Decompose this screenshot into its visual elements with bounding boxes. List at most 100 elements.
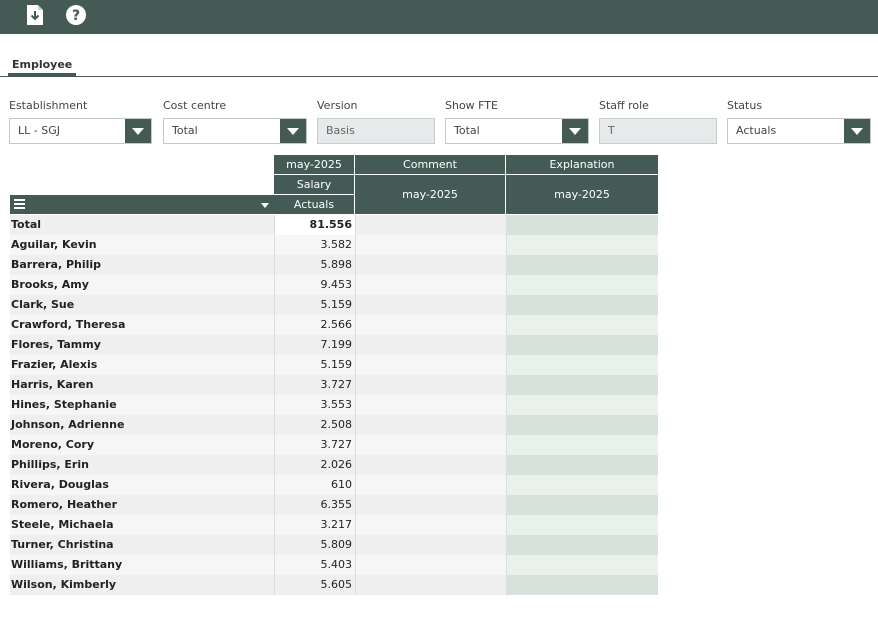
employee-name: Clark, Sue [10,295,274,315]
show-fte-dropdown-button[interactable] [562,119,588,143]
caret-down-icon[interactable] [261,203,269,208]
chevron-down-icon [851,128,863,135]
salary-value[interactable]: 3.217 [274,515,355,535]
export-download-icon[interactable] [24,3,46,27]
comment-cell[interactable] [355,335,506,355]
comment-cell[interactable] [355,495,506,515]
explanation-cell[interactable] [506,455,658,475]
explanation-cell[interactable] [506,575,658,595]
table-row: Romero, Heather 6.355 [10,495,658,515]
comment-cell[interactable] [355,575,506,595]
employee-name: Wilson, Kimberly [10,575,274,595]
comment-cell[interactable] [355,355,506,375]
comment-cell[interactable] [355,215,506,235]
table-row: Brooks, Amy 9.453 [10,275,658,295]
explanation-cell[interactable] [506,395,658,415]
establishment-label: Establishment [9,99,88,112]
explanation-cell[interactable] [506,355,658,375]
salary-value[interactable]: 2.566 [274,315,355,335]
comment-cell[interactable] [355,415,506,435]
explanation-cell[interactable] [506,475,658,495]
employee-name: Harris, Karen [10,375,274,395]
explanation-cell[interactable] [506,235,658,255]
salary-value[interactable]: 81.556 [274,215,355,235]
comment-cell[interactable] [355,235,506,255]
explanation-cell[interactable] [506,535,658,555]
salary-value[interactable]: 9.453 [274,275,355,295]
cost-centre-dropdown-button[interactable] [280,119,306,143]
salary-value[interactable]: 7.199 [274,335,355,355]
salary-value[interactable]: 6.355 [274,495,355,515]
explanation-cell[interactable] [506,275,658,295]
comment-cell[interactable] [355,255,506,275]
status-select[interactable]: Actuals [727,118,871,144]
explanation-cell[interactable] [506,415,658,435]
explanation-cell[interactable] [506,555,658,575]
status-dropdown-button[interactable] [844,119,870,143]
comment-cell[interactable] [355,555,506,575]
establishment-select[interactable]: LL - SGJ [9,118,152,144]
comment-cell[interactable] [355,455,506,475]
comment-cell[interactable] [355,275,506,295]
table-row: Wilson, Kimberly 5.605 [10,575,658,595]
employee-name: Steele, Michaela [10,515,274,535]
table-row: Harris, Karen 3.727 [10,375,658,395]
employee-name: Total [10,215,274,235]
explanation-cell[interactable] [506,215,658,235]
table-row: Turner, Christina 5.809 [10,535,658,555]
hamburger-menu-icon[interactable] [14,198,25,209]
explanation-cell[interactable] [506,495,658,515]
comment-cell[interactable] [355,395,506,415]
row-header-menu[interactable] [10,195,274,214]
comment-cell[interactable] [355,515,506,535]
salary-value[interactable]: 3.727 [274,435,355,455]
table-row: Clark, Sue 5.159 [10,295,658,315]
column-header-comment-month: may-2025 [355,175,506,214]
comment-cell[interactable] [355,435,506,455]
explanation-cell[interactable] [506,255,658,275]
column-header-explanation: Explanation [506,155,658,174]
version-label: Version [317,99,358,112]
salary-value[interactable]: 610 [274,475,355,495]
staff-role-filter: Staff role T [599,98,717,144]
tab-employee[interactable]: Employee [8,56,77,76]
tab-bar: Employee [0,56,878,77]
explanation-cell[interactable] [506,295,658,315]
employee-name: Romero, Heather [10,495,274,515]
chevron-down-icon [569,128,581,135]
explanation-cell[interactable] [506,315,658,335]
salary-value[interactable]: 5.403 [274,555,355,575]
salary-value[interactable]: 5.605 [274,575,355,595]
cost-centre-value: Total [172,124,198,137]
explanation-cell[interactable] [506,515,658,535]
svg-text:?: ? [72,8,80,24]
salary-value[interactable]: 3.582 [274,235,355,255]
version-filter: Version Basis [317,98,435,144]
cost-centre-filter: Cost centre Total [163,98,307,144]
cost-centre-select[interactable]: Total [163,118,307,144]
explanation-cell[interactable] [506,375,658,395]
version-value: Basis [326,124,355,137]
comment-cell[interactable] [355,375,506,395]
salary-value[interactable]: 3.553 [274,395,355,415]
staff-role-value: T [608,124,615,137]
help-question-icon[interactable]: ? [65,3,87,27]
salary-value[interactable]: 2.508 [274,415,355,435]
table-row: Phillips, Erin 2.026 [10,455,658,475]
salary-value[interactable]: 5.159 [274,355,355,375]
comment-cell[interactable] [355,475,506,495]
explanation-cell[interactable] [506,435,658,455]
salary-value[interactable]: 3.727 [274,375,355,395]
employee-name: Turner, Christina [10,535,274,555]
salary-value[interactable]: 5.809 [274,535,355,555]
salary-value[interactable]: 5.159 [274,295,355,315]
comment-cell[interactable] [355,295,506,315]
explanation-cell[interactable] [506,335,658,355]
salary-value[interactable]: 5.898 [274,255,355,275]
establishment-dropdown-button[interactable] [125,119,151,143]
comment-cell[interactable] [355,535,506,555]
show-fte-select[interactable]: Total [445,118,589,144]
comment-cell[interactable] [355,315,506,335]
table-row: Hines, Stephanie 3.553 [10,395,658,415]
salary-value[interactable]: 2.026 [274,455,355,475]
